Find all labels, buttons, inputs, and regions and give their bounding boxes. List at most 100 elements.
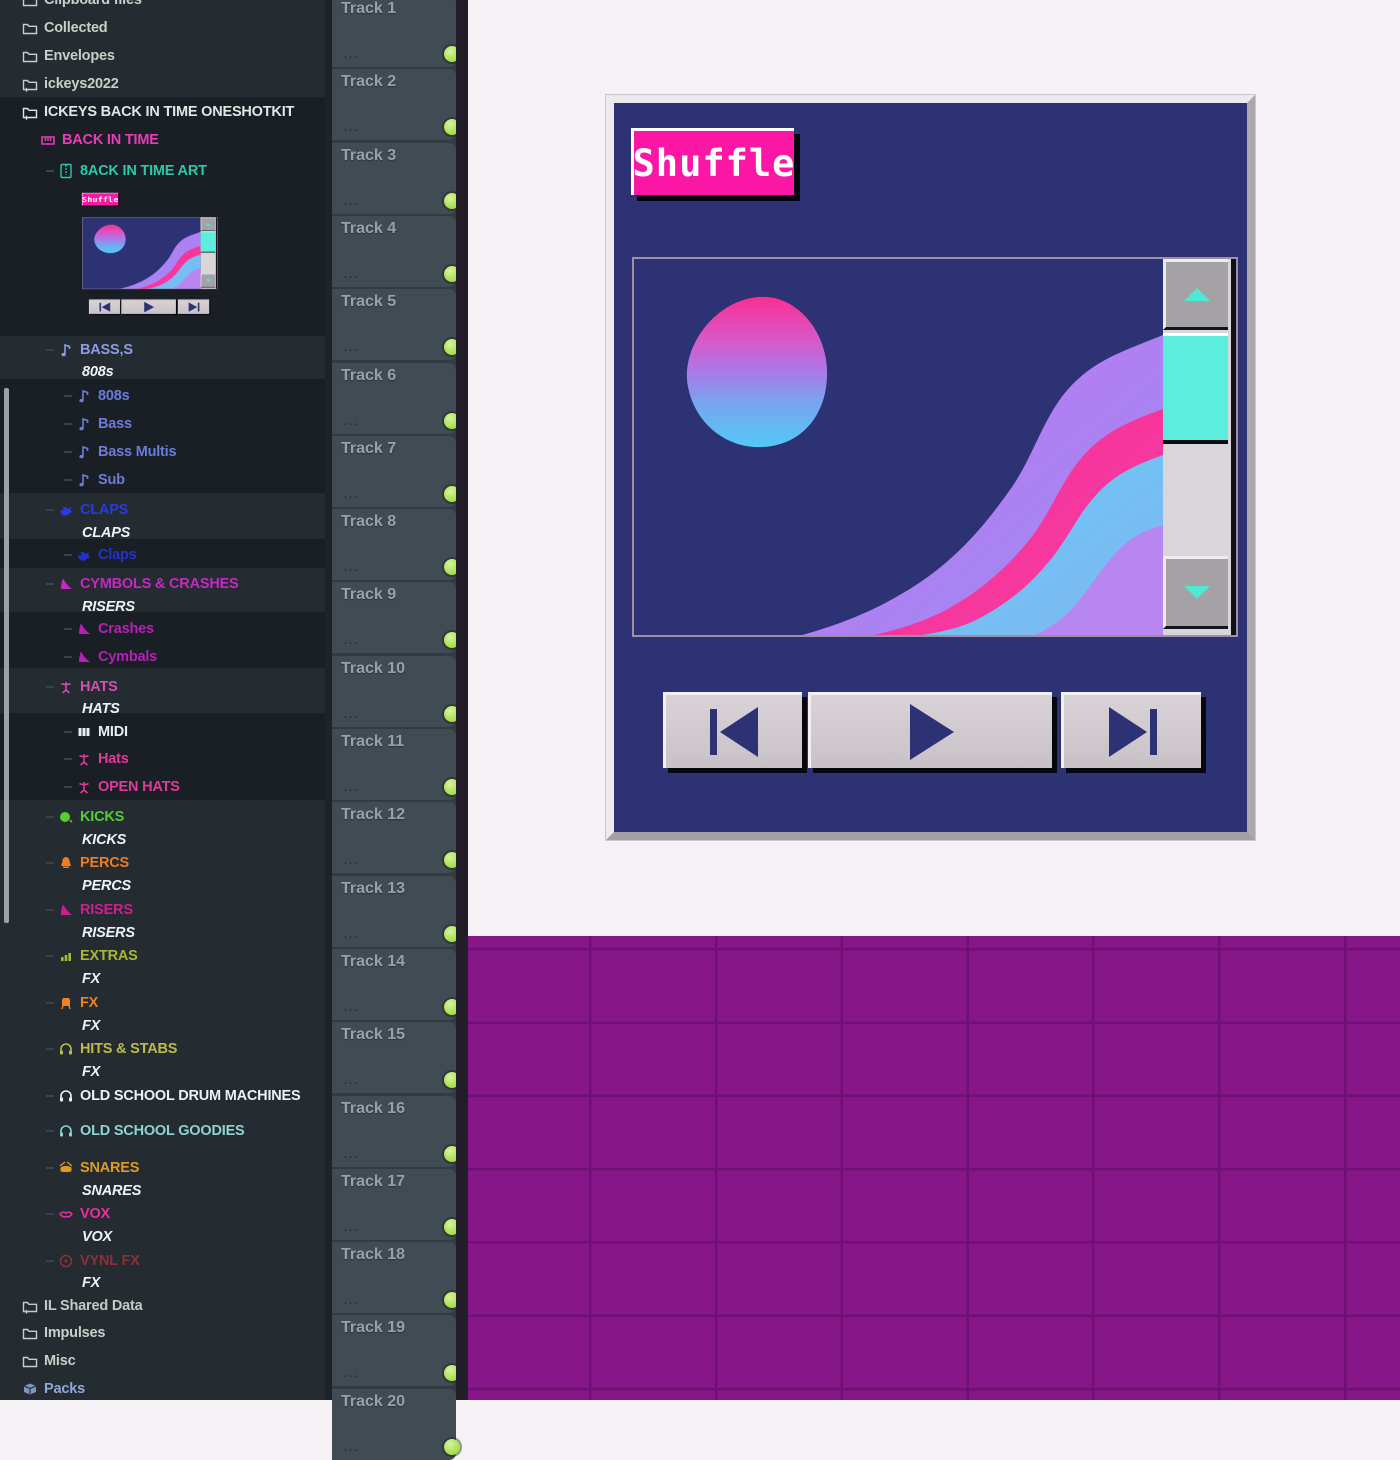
browser-item-collected[interactable]: Collected: [0, 17, 347, 39]
browser-item-cymbols-crashes[interactable]: CYMBOLS & CRASHES: [0, 573, 371, 595]
shuffle-button: Shuffle: [82, 193, 118, 206]
previous-icon-triangle: [102, 302, 110, 311]
browser-item-hats[interactable]: HATS: [0, 676, 371, 698]
browser-item-il-shared-data[interactable]: IL Shared Data: [0, 1295, 347, 1317]
track-name: Track 6: [341, 367, 396, 385]
tree-branch-line: [64, 423, 72, 425]
track-header-track-2[interactable]: Track 2...: [332, 69, 456, 140]
track-name: Track 16: [341, 1100, 405, 1118]
browser-item-label: Claps: [98, 547, 137, 563]
performance-dots: ...: [344, 782, 359, 794]
browser-item-old-school-drum-machines[interactable]: OLD SCHOOL DRUM MACHINES: [0, 1085, 371, 1107]
play-button[interactable]: [808, 692, 1052, 768]
shuffle-button[interactable]: Shuffle: [631, 128, 794, 195]
track-name: Track 8: [341, 513, 396, 531]
browser-item-vynl-fx[interactable]: VYNL FX: [0, 1250, 371, 1272]
next-icon-bar: [1150, 709, 1157, 755]
browser-item-label: 8ACK IN TIME ART: [80, 163, 207, 179]
browser-item-claps[interactable]: CLAPS: [0, 499, 371, 521]
browser-item-8ack-in-time-art[interactable]: 8ACK IN TIME ART: [0, 160, 371, 182]
performance-dots: ...: [344, 49, 359, 61]
track-header-track-15[interactable]: Track 15...: [332, 1022, 456, 1093]
tree-branch-line: [64, 656, 72, 658]
browser-item-label: OLD SCHOOL DRUM MACHINES: [80, 1088, 301, 1104]
artwork-thumbnail[interactable]: Shuffle: [78, 188, 224, 330]
artwork-scrollbar[interactable]: [1163, 259, 1236, 635]
browser-item-packs[interactable]: Packs: [0, 1378, 347, 1400]
tree-branch-line: [46, 1213, 54, 1215]
track-header-track-18[interactable]: Track 18...: [332, 1242, 456, 1313]
track-header-track-11[interactable]: Track 11...: [332, 729, 456, 800]
previous-icon-triangle: [720, 707, 758, 757]
browser-item-label: Collected: [44, 20, 107, 36]
tree-branch-line: [46, 1167, 54, 1169]
track-header-track-17[interactable]: Track 17...: [332, 1169, 456, 1240]
track-header-track-8[interactable]: Track 8...: [332, 509, 456, 580]
scrollbar-thumb: [201, 232, 216, 253]
bars-icon: [58, 948, 74, 964]
browser-item-label: FX: [82, 1275, 100, 1291]
browser-item-envelopes[interactable]: Envelopes: [0, 45, 347, 67]
track-header-track-12[interactable]: Track 12...: [332, 802, 456, 873]
scroll-down-button[interactable]: [1163, 556, 1228, 629]
cymbal-icon: [76, 621, 92, 637]
browser-item-label: HATS: [80, 679, 118, 695]
browser-item-percs[interactable]: PERCS: [0, 852, 371, 874]
browser-item-misc[interactable]: Misc: [0, 1350, 347, 1372]
track-header-track-4[interactable]: Track 4...: [332, 216, 456, 287]
track-header-track-3[interactable]: Track 3...: [332, 143, 456, 214]
folder-icon: [22, 1325, 38, 1341]
performance-dots: ...: [344, 929, 359, 941]
performance-dots: ...: [344, 709, 359, 721]
performance-dots: ...: [344, 1075, 359, 1087]
browser-item-label: KICKS: [80, 809, 124, 825]
tree-branch-line: [64, 731, 72, 733]
track-header-track-7[interactable]: Track 7...: [332, 436, 456, 507]
browser-item-risers[interactable]: RISERS: [0, 899, 371, 921]
track-header-track-10[interactable]: Track 10...: [332, 656, 456, 727]
folder-icon: [22, 1353, 38, 1369]
scroll-up-button[interactable]: [1163, 259, 1228, 330]
browser-item-bass-s[interactable]: BASS,S: [0, 339, 371, 361]
playlist-clip[interactable]: [468, 936, 1400, 1400]
track-mute-led[interactable]: [444, 1439, 460, 1455]
track-header-track-19[interactable]: Track 19...: [332, 1315, 456, 1386]
track-header-track-20[interactable]: Track 20...: [332, 1389, 456, 1460]
scrollbar-thumb[interactable]: [1163, 333, 1228, 444]
track-header-track-5[interactable]: Track 5...: [332, 289, 456, 360]
browser-item-vox[interactable]: VOX: [0, 1203, 371, 1225]
track-header-track-6[interactable]: Track 6...: [332, 363, 456, 434]
browser-item-ickeys2022[interactable]: ickeys2022: [0, 73, 347, 95]
next-button[interactable]: [1061, 692, 1201, 768]
track-header-track-9[interactable]: Track 9...: [332, 582, 456, 653]
performance-dots: ...: [344, 855, 359, 867]
folder-plus-icon: [22, 104, 38, 120]
track-name: Track 15: [341, 1026, 405, 1044]
browser-item-hits-stabs[interactable]: HITS & STABS: [0, 1038, 371, 1060]
browser-item-kicks[interactable]: KICKS: [0, 806, 371, 828]
track-name: Track 20: [341, 1393, 405, 1411]
browser-item-label: Packs: [44, 1381, 85, 1397]
tree-branch-line: [64, 479, 72, 481]
scroll-down-button: [201, 274, 216, 288]
browser-item-back-in-time[interactable]: BACK IN TIME: [0, 129, 365, 151]
previous-button[interactable]: [663, 692, 802, 768]
track-name: Track 9: [341, 586, 396, 604]
track-header-track-16[interactable]: Track 16...: [332, 1096, 456, 1167]
browser-item-fx[interactable]: FX: [0, 992, 371, 1014]
track-header-track-1[interactable]: Track 1...: [332, 0, 456, 67]
track-header-track-13[interactable]: Track 13...: [332, 876, 456, 947]
cymbal-icon: [76, 649, 92, 665]
browser-item-label: EXTRAS: [80, 948, 138, 964]
browser-item-label: CLAPS: [82, 525, 130, 541]
riser-icon: [58, 902, 74, 918]
browser-item-old-school-goodies[interactable]: OLD SCHOOL GOODIES: [0, 1120, 371, 1142]
browser-item-label: FX: [82, 1018, 100, 1034]
browser-item-extras[interactable]: EXTRAS: [0, 945, 371, 967]
track-header-track-14[interactable]: Track 14...: [332, 949, 456, 1020]
browser-item-clipboard-files[interactable]: Clipboard files: [0, 0, 347, 11]
browser-item-snares[interactable]: SNARES: [0, 1157, 371, 1179]
browser-item-ickeys-back-in-time-oneshotkit[interactable]: ICKEYS BACK IN TIME ONESHOTKIT: [0, 101, 347, 123]
next-icon: [1109, 707, 1147, 757]
browser-item-impulses[interactable]: Impulses: [0, 1322, 347, 1344]
